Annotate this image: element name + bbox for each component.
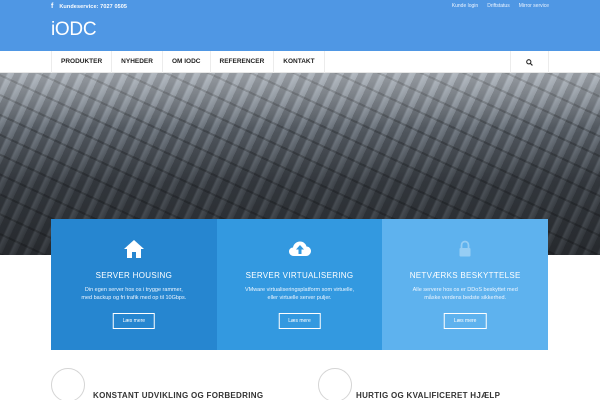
main-navigation: PRODUKTER NYHEDER OM IODC REFERENCER KON… xyxy=(0,51,600,73)
customer-login-link[interactable]: Kunde login xyxy=(452,3,478,9)
nav-item-nyheder[interactable]: NYHEDER xyxy=(112,51,163,73)
nav-item-kontakt[interactable]: KONTAKT xyxy=(274,51,325,73)
service-box-server-virtualisering: SERVER VIRTUALISERING VMware virtualiser… xyxy=(216,219,383,350)
nav-item-referencer[interactable]: REFERENCER xyxy=(211,51,275,73)
read-more-button[interactable]: Læs mere xyxy=(443,313,487,329)
home-icon xyxy=(123,240,144,258)
service-description: Din egen server hos os i trygge rammer, … xyxy=(64,286,204,302)
service-description: VMware virtualiseringsplatform som virtu… xyxy=(230,286,370,302)
feature-icon-circle xyxy=(318,368,352,400)
service-description-line: med backup og fri trafik med op til 10Gb… xyxy=(81,295,187,301)
nav-item-produkter[interactable]: PRODUKTER xyxy=(52,51,113,73)
topbar-contact: f Kundeservice: 7027 0505 xyxy=(51,3,127,10)
customer-service-phone: Kundeservice: 7027 0505 xyxy=(59,3,128,10)
service-description-line: VMware virtualiseringsplatform som virtu… xyxy=(244,287,355,293)
mirror-service-link[interactable]: Mirror service xyxy=(519,3,549,9)
service-title: NETVÆRKS BESKYTTELSE xyxy=(409,271,521,280)
drift-status-link[interactable]: Driftstatus xyxy=(487,3,510,9)
topbar-links: Kunde login Driftstatus Mirror service xyxy=(452,3,549,9)
service-title: SERVER HOUSING xyxy=(95,271,173,280)
service-description: Alle servere hos os er DDoS beskyttet me… xyxy=(395,286,535,302)
lock-icon xyxy=(459,240,471,257)
service-description-line: måske verdens bedste sikkerhed. xyxy=(424,295,507,301)
services-row: SERVER HOUSING Din egen server hos os i … xyxy=(51,219,549,350)
feature-icon-circle xyxy=(51,368,85,400)
read-more-button[interactable]: Læs mere xyxy=(112,313,156,329)
nav-item-om-iodc[interactable]: OM IODC xyxy=(163,51,211,73)
feature-heading: KONSTANT UDVIKLING OG FORBEDRING xyxy=(93,391,264,400)
site-logo[interactable]: iODC xyxy=(51,20,97,39)
service-description-line: eller virtuelle server puljer. xyxy=(267,295,332,301)
service-description-line: Alle servere hos os er DDoS beskyttet me… xyxy=(412,287,518,293)
nav-container: PRODUKTER NYHEDER OM IODC REFERENCER KON… xyxy=(51,51,549,73)
service-description-line: Din egen server hos os i trygge rammer, xyxy=(84,287,183,293)
features-section: KONSTANT UDVIKLING OG FORBEDRING HURTIG … xyxy=(0,350,600,400)
nav-items: PRODUKTER NYHEDER OM IODC REFERENCER KON… xyxy=(52,51,548,73)
read-more-button[interactable]: Læs mere xyxy=(278,313,321,329)
service-title: SERVER VIRTUALISERING xyxy=(245,271,354,280)
header-band: f Kundeservice: 7027 0505 Kunde login Dr… xyxy=(0,0,600,51)
service-box-server-housing: SERVER HOUSING Din egen server hos os i … xyxy=(51,219,217,350)
feature-heading: HURTIG OG KVALIFICERET HJÆLP xyxy=(356,391,501,400)
facebook-icon[interactable]: f xyxy=(51,3,53,10)
search-icon xyxy=(526,58,533,66)
search-button[interactable] xyxy=(510,51,548,73)
cloud-upload-icon xyxy=(288,241,311,256)
service-box-netvaerks-beskyttelse: NETVÆRKS BESKYTTELSE Alle servere hos os… xyxy=(382,219,549,350)
